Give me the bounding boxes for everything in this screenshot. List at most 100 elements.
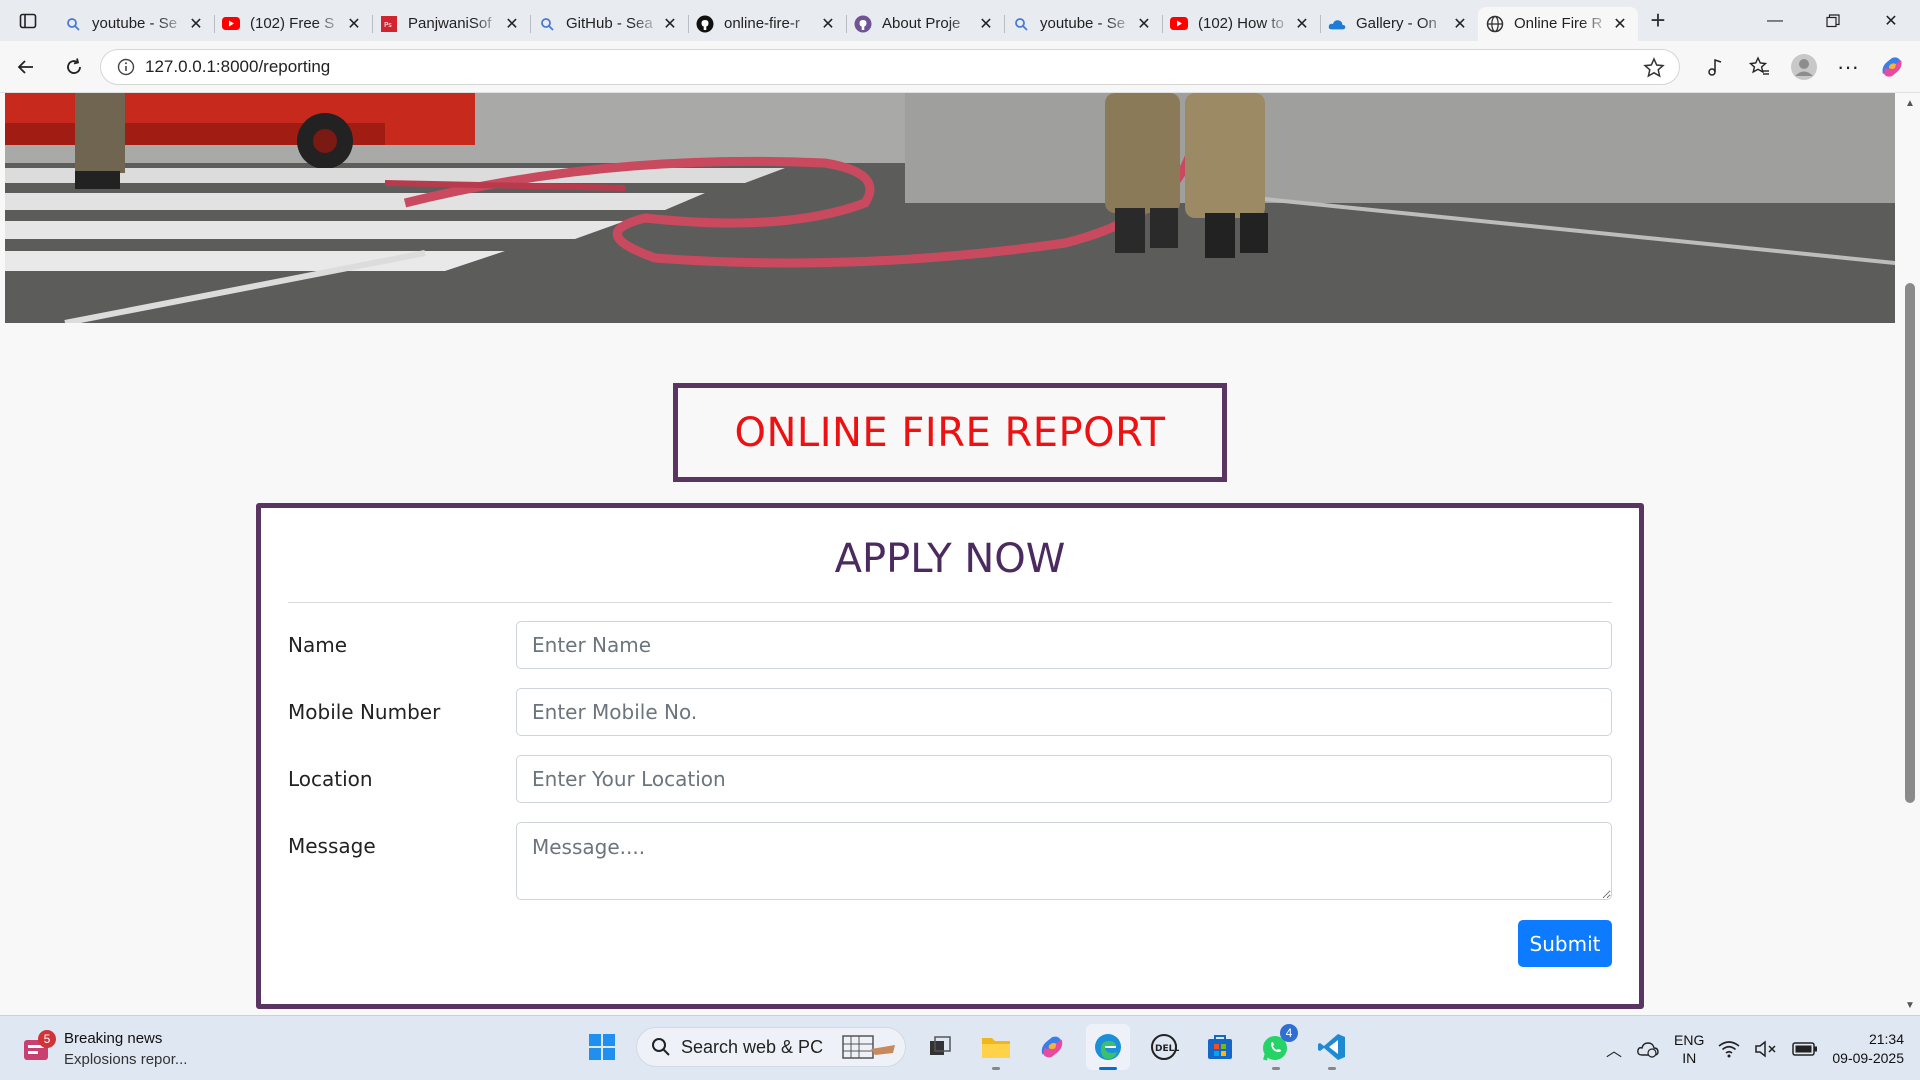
search-icon	[1012, 15, 1030, 33]
profile-button[interactable]	[1786, 49, 1822, 85]
back-button[interactable]	[4, 49, 48, 85]
favorite-star-icon[interactable]	[1643, 57, 1665, 84]
volume-muted-icon[interactable]	[1754, 1039, 1778, 1058]
youtube-icon	[1170, 15, 1188, 33]
close-icon[interactable]: ✕	[502, 14, 522, 34]
minimize-button[interactable]: —	[1746, 0, 1804, 41]
vscode-button[interactable]	[1310, 1024, 1354, 1070]
tab-7[interactable]: youtube - Se ✕	[1004, 7, 1162, 41]
favorites-icon	[1749, 56, 1769, 75]
location-row: Location	[288, 755, 1612, 803]
taskbar-search[interactable]: Search web & PC	[636, 1027, 906, 1067]
tab-title: PanjwaniSof	[408, 15, 492, 32]
dell-button[interactable]: DELL	[1142, 1024, 1186, 1070]
edge-button[interactable]	[1086, 1024, 1130, 1070]
search-icon	[64, 15, 82, 33]
refresh-icon	[67, 57, 81, 74]
close-icon[interactable]: ✕	[186, 14, 206, 34]
edge-icon	[1095, 1034, 1121, 1060]
taskbar-apps: Search web & PC DELL 4	[580, 1024, 1354, 1070]
scroll-up-icon[interactable]: ▲	[1904, 97, 1916, 109]
close-window-button[interactable]: ✕	[1862, 0, 1920, 41]
github-icon	[696, 15, 714, 33]
file-explorer-button[interactable]	[974, 1024, 1018, 1070]
scroll-thumb[interactable]	[1905, 283, 1915, 803]
read-aloud-button[interactable]	[1698, 49, 1734, 85]
region-code: IN	[1682, 1049, 1697, 1066]
tab-3[interactable]: Ps PanjwaniSof ✕	[372, 7, 530, 41]
copilot-app-button[interactable]	[1030, 1024, 1074, 1070]
onedrive-icon	[1328, 15, 1346, 33]
cloud-sync-icon[interactable]	[1636, 1039, 1660, 1059]
site-info-icon[interactable]	[107, 58, 145, 76]
message-label: Message	[288, 834, 376, 858]
svg-text:Ps: Ps	[384, 21, 392, 29]
location-input[interactable]	[516, 755, 1612, 803]
settings-more-button[interactable]: ···	[1830, 49, 1866, 85]
tab-actions-icon	[19, 13, 37, 28]
tab-title: (102) How to	[1198, 15, 1284, 32]
restore-button[interactable]	[1804, 0, 1862, 41]
favorites-button[interactable]	[1742, 49, 1778, 85]
language-indicator[interactable]: ENG IN	[1674, 1031, 1704, 1067]
chevron-up-icon[interactable]: ︿	[1606, 1037, 1622, 1061]
close-icon[interactable]: ✕	[660, 14, 680, 34]
store-button[interactable]	[1198, 1024, 1242, 1070]
scroll-down-icon[interactable]: ▼	[1904, 999, 1916, 1011]
report-form: APPLY NOW Name Mobile Number Location Me…	[256, 503, 1644, 1009]
dell-icon: DELL	[1151, 1034, 1179, 1060]
url-text[interactable]: 127.0.0.1:8000/reporting	[145, 57, 330, 77]
close-icon[interactable]: ✕	[1134, 14, 1154, 34]
page-title-box: ONLINE FIRE REPORT	[673, 383, 1227, 482]
tab-8[interactable]: (102) How to ✕	[1162, 7, 1320, 41]
search-icon	[538, 15, 556, 33]
close-icon[interactable]: ✕	[344, 14, 364, 34]
news-subtitle: Explosions repor...	[64, 1051, 188, 1068]
name-input[interactable]	[516, 621, 1612, 669]
close-icon[interactable]: ✕	[1292, 14, 1312, 34]
submit-button[interactable]: Submit	[1518, 920, 1612, 967]
page-scrollbar[interactable]: ▲ ▼	[1900, 93, 1920, 1015]
close-icon[interactable]: ✕	[818, 14, 838, 34]
store-icon	[1208, 1035, 1232, 1059]
tab-title: Gallery - On	[1356, 15, 1437, 32]
page-viewport: ONLINE FIRE REPORT APPLY NOW Name Mobile…	[0, 93, 1900, 1015]
close-icon[interactable]: ✕	[1610, 14, 1630, 34]
taskbar: 5 Breaking news Explosions repor... Sear…	[0, 1015, 1920, 1080]
tab-10-active[interactable]: Online Fire R ✕	[1478, 6, 1638, 41]
wifi-icon[interactable]	[1718, 1040, 1740, 1058]
copilot-button[interactable]	[1874, 49, 1910, 85]
start-button[interactable]	[580, 1024, 624, 1070]
hero-image	[5, 93, 1895, 323]
tab-4[interactable]: GitHub - Sea ✕	[530, 7, 688, 41]
message-textarea[interactable]	[516, 822, 1612, 900]
copilot-icon	[1041, 1036, 1063, 1058]
window-controls: — ✕	[1746, 0, 1920, 41]
avatar-icon	[1791, 54, 1817, 80]
tab-6[interactable]: About Proje ✕	[846, 7, 1004, 41]
clock[interactable]: 21:34 09-09-2025	[1832, 1030, 1904, 1068]
mobile-input[interactable]	[516, 688, 1612, 736]
search-icon	[652, 1038, 670, 1056]
search-label: Search web & PC	[681, 1036, 824, 1057]
tab-title: About Proje	[882, 15, 961, 32]
battery-icon[interactable]	[1792, 1041, 1818, 1056]
tab-5[interactable]: online-fire-r ✕	[688, 7, 846, 41]
news-badge: 5	[38, 1030, 56, 1048]
news-icon: 5	[22, 1030, 56, 1064]
tab-actions-button[interactable]	[0, 0, 56, 41]
tab-1[interactable]: youtube - Se ✕	[56, 7, 214, 41]
refresh-button[interactable]	[52, 49, 96, 85]
name-label: Name	[288, 633, 348, 657]
mobile-label: Mobile Number	[288, 700, 441, 724]
tab-title: youtube - Se	[1040, 15, 1126, 32]
tab-2[interactable]: (102) Free S ✕	[214, 7, 372, 41]
news-widget[interactable]: 5 Breaking news Explosions repor...	[22, 1028, 187, 1070]
task-view-button[interactable]	[918, 1024, 962, 1070]
close-icon[interactable]: ✕	[1450, 14, 1470, 34]
address-bar[interactable]: 127.0.0.1:8000/reporting	[100, 49, 1680, 85]
tab-9[interactable]: Gallery - On ✕	[1320, 7, 1478, 41]
new-tab-button[interactable]: +	[1638, 0, 1678, 41]
close-icon[interactable]: ✕	[976, 14, 996, 34]
whatsapp-button[interactable]: 4	[1254, 1024, 1298, 1070]
